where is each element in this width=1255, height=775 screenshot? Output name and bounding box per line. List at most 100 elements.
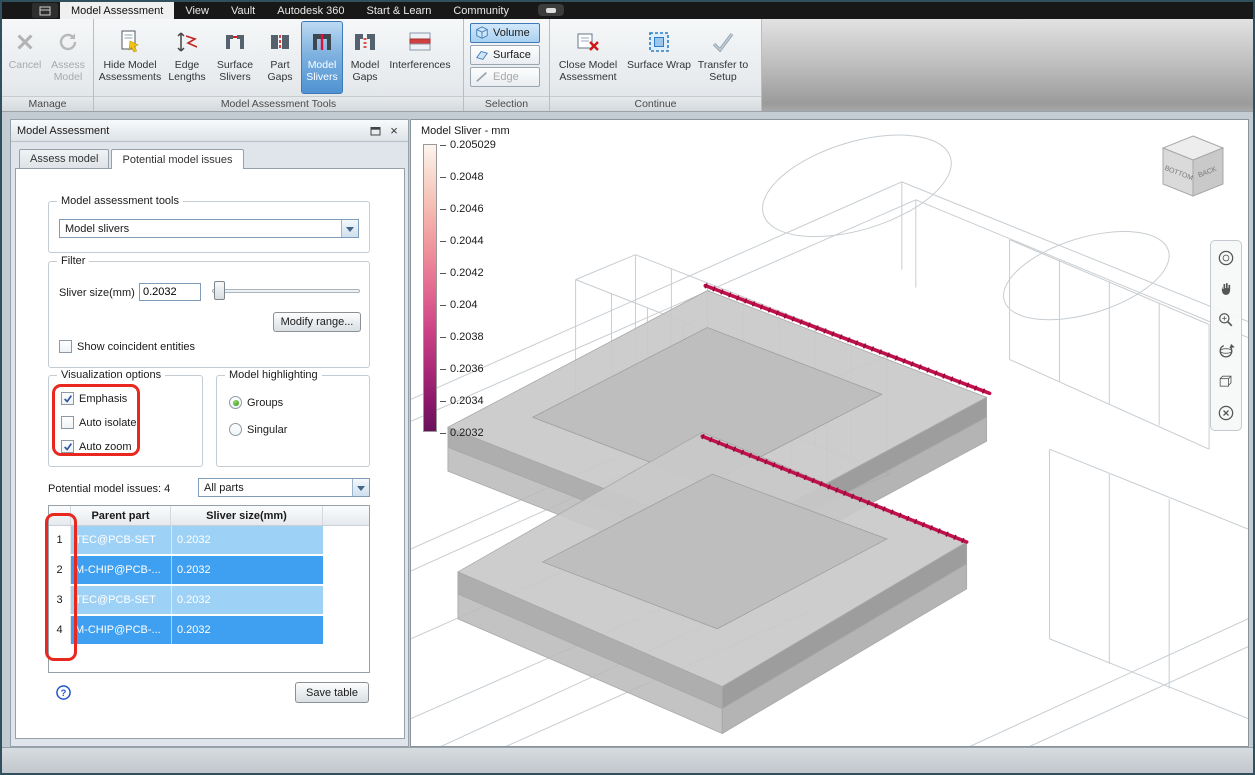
- legend-title: Model Sliver - mm: [421, 125, 510, 137]
- pan-button[interactable]: [1214, 277, 1238, 301]
- view-box-button[interactable]: [1214, 370, 1238, 394]
- row-parent-part: M-CHIP@PCB-...: [71, 616, 171, 644]
- selection-volume-button[interactable]: Volume: [470, 23, 540, 43]
- transfer-to-setup-label: Transfer to Setup: [697, 59, 749, 83]
- parts-filter-dropdown[interactable]: All parts: [198, 478, 370, 497]
- surface-icon: [476, 50, 488, 60]
- header-row-number[interactable]: [49, 506, 71, 525]
- auto-zoom-checkbox[interactable]: Auto zoom: [61, 440, 132, 453]
- row-number: 2: [49, 556, 71, 584]
- dropdown-arrow-icon: [341, 220, 358, 237]
- surface-wrap-button[interactable]: Surface Wrap: [624, 21, 694, 94]
- sliver-size-slider[interactable]: [212, 281, 360, 301]
- table-row[interactable]: 1 TEC@PCB-SET 0.2032: [49, 526, 369, 554]
- checkbox-checked-icon: [61, 440, 74, 453]
- tab-assess-model[interactable]: Assess model: [19, 149, 110, 168]
- assessment-tool-dropdown[interactable]: Model slivers: [59, 219, 359, 238]
- legend-tick: 0.2032: [440, 427, 484, 439]
- ribbon-tab-start-learn[interactable]: Start & Learn: [356, 2, 443, 19]
- modify-range-button[interactable]: Modify range...: [273, 312, 361, 332]
- emphasis-label: Emphasis: [79, 392, 128, 405]
- sliver-size-input[interactable]: [139, 283, 201, 301]
- selection-edge-button[interactable]: Edge: [470, 67, 540, 87]
- ribbon-tab-community[interactable]: Community: [442, 2, 520, 19]
- view-cube[interactable]: BOTTOM BACK: [1154, 130, 1232, 210]
- transfer-to-setup-button[interactable]: Transfer to Setup: [695, 21, 751, 94]
- table-row[interactable]: 4 M-CHIP@PCB-... 0.2032: [49, 616, 369, 644]
- edge-lengths-button[interactable]: Edge Lengths: [164, 21, 210, 94]
- ribbon-group-label-continue: Continue: [550, 96, 761, 111]
- ribbon-group-label-manage: Manage: [2, 96, 93, 111]
- assess-model-icon: [56, 25, 80, 58]
- ribbon-group-selection: Volume Surface Edge Selection: [464, 19, 550, 111]
- issues-count-label: Potential model issues: 4: [48, 483, 171, 495]
- close-model-assessment-button[interactable]: Close Model Assessment: [553, 21, 623, 94]
- singular-radio[interactable]: Singular: [229, 423, 287, 436]
- edge-lengths-icon: [175, 25, 199, 58]
- slider-thumb[interactable]: [214, 281, 225, 300]
- steering-wheel-button[interactable]: [1214, 246, 1238, 270]
- ribbon-tab-model-assessment[interactable]: Model Assessment: [60, 2, 175, 19]
- panel-tabs: Assess model Potential model issues: [19, 149, 244, 169]
- panel-title: Model Assessment: [17, 124, 110, 137]
- orbit-button[interactable]: [1214, 339, 1238, 363]
- part-gaps-label: Part Gaps: [267, 59, 293, 83]
- checkbox-checked-icon: [61, 392, 74, 405]
- groups-radio[interactable]: Groups: [229, 396, 283, 409]
- emphasis-checkbox[interactable]: Emphasis: [61, 392, 127, 405]
- ribbon-group-manage: Cancel Assess Model Manage: [2, 19, 94, 111]
- model-slivers-icon: [310, 25, 334, 58]
- model-gaps-label: Model Gaps: [350, 59, 380, 83]
- selection-edge-label: Edge: [493, 71, 519, 83]
- issues-table-header: Parent part Sliver size(mm): [49, 506, 369, 526]
- tab-potential-model-issues[interactable]: Potential model issues: [111, 149, 244, 169]
- group-filter-label: Filter: [57, 255, 90, 267]
- legend-color-bar: [423, 144, 437, 432]
- show-coincident-checkbox[interactable]: Show coincident entities: [59, 340, 195, 353]
- groups-radio-label: Groups: [247, 396, 284, 409]
- header-parent-part[interactable]: Parent part: [71, 506, 171, 525]
- row-number: 1: [49, 526, 71, 554]
- table-row[interactable]: 3 TEC@PCB-SET 0.2032: [49, 586, 369, 614]
- ribbon-tab-view[interactable]: View: [174, 2, 220, 19]
- model-slivers-button[interactable]: Model Slivers: [301, 21, 343, 94]
- 3d-viewport-scene[interactable]: [411, 120, 1248, 747]
- header-filler: [323, 506, 369, 525]
- save-table-button[interactable]: Save table: [295, 682, 369, 703]
- auto-isolate-checkbox[interactable]: Auto isolate: [61, 416, 136, 429]
- surface-slivers-label: Surface Slivers: [216, 59, 254, 83]
- cancel-button[interactable]: Cancel: [5, 21, 45, 94]
- model-gaps-button[interactable]: Model Gaps: [344, 21, 386, 94]
- assess-model-button[interactable]: Assess Model: [46, 21, 90, 94]
- app-menu-button[interactable]: [32, 3, 58, 18]
- ribbon-tab-autodesk-360[interactable]: Autodesk 360: [266, 2, 355, 19]
- result-legend: Model Sliver - mm 0.205029 0.2048 0.2046…: [421, 125, 510, 439]
- zoom-button[interactable]: [1214, 308, 1238, 332]
- group-model-highlighting-label: Model highlighting: [225, 369, 322, 381]
- cancel-icon: [14, 25, 36, 58]
- ribbon-options-button[interactable]: [537, 4, 564, 16]
- surface-slivers-button[interactable]: Surface Slivers: [211, 21, 259, 94]
- interferences-label: Interferences: [389, 59, 451, 71]
- legend-tick: 0.2038: [440, 331, 484, 343]
- panel-close-button[interactable]: ×: [386, 123, 402, 138]
- help-button[interactable]: ?: [56, 685, 71, 700]
- panel-titlebar[interactable]: Model Assessment ×: [11, 120, 408, 142]
- close-navbar-button[interactable]: [1214, 401, 1238, 425]
- table-row[interactable]: 2 M-CHIP@PCB-... 0.2032: [49, 556, 369, 584]
- edge-icon: [476, 71, 487, 83]
- panel-float-button[interactable]: [367, 124, 383, 138]
- checkbox-box-icon: [59, 340, 72, 353]
- interferences-button[interactable]: Interferences: [387, 21, 453, 94]
- transfer-to-setup-icon: [710, 25, 736, 58]
- header-sliver-size[interactable]: Sliver size(mm): [171, 506, 323, 525]
- part-gaps-button[interactable]: Part Gaps: [260, 21, 300, 94]
- ribbon-tab-vault[interactable]: Vault: [220, 2, 266, 19]
- issues-table[interactable]: Parent part Sliver size(mm) 1 TEC@PCB-SE…: [48, 505, 370, 673]
- hide-model-assessments-button[interactable]: Hide Model Assessments: [97, 21, 163, 94]
- show-coincident-label: Show coincident entities: [77, 340, 196, 353]
- selection-surface-button[interactable]: Surface: [470, 45, 540, 65]
- orbit-icon: [1219, 343, 1235, 358]
- row-sliver-size: 0.2032: [171, 616, 323, 644]
- navigation-bar: [1210, 240, 1242, 431]
